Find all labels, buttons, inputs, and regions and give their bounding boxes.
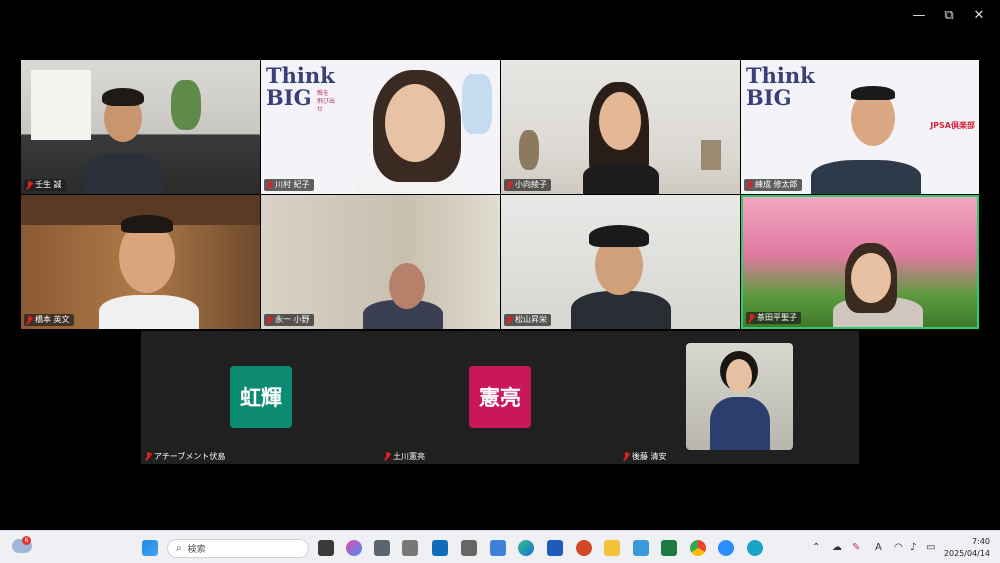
mic-muted-icon bbox=[145, 452, 152, 461]
person-head bbox=[385, 84, 445, 162]
person-body bbox=[811, 160, 921, 194]
participant-name-tag: 川村 紀子 bbox=[264, 179, 314, 191]
participant-name-tag: 茶田平聖子 bbox=[746, 312, 801, 324]
mic-muted-icon bbox=[266, 315, 273, 325]
mic-muted-icon bbox=[266, 180, 273, 190]
person-body bbox=[99, 295, 199, 329]
mic-muted-icon bbox=[623, 452, 630, 461]
app-icon[interactable] bbox=[633, 540, 649, 556]
person-head bbox=[726, 359, 752, 393]
person-hair bbox=[851, 86, 895, 100]
search-icon: ⌕ bbox=[176, 543, 182, 554]
person-body bbox=[583, 162, 659, 194]
tagline-text: 殻を 飛び出せ bbox=[317, 90, 336, 113]
banner-text: JPSA倶楽部 bbox=[930, 121, 975, 130]
chrome-icon[interactable] bbox=[690, 540, 706, 556]
word-icon[interactable] bbox=[547, 540, 563, 556]
notepad-icon[interactable] bbox=[490, 540, 506, 556]
mic-muted-icon bbox=[384, 452, 391, 461]
restore-button[interactable]: ⧉ bbox=[934, 4, 964, 26]
edge-icon[interactable] bbox=[518, 540, 534, 556]
clock-time: 7:40 bbox=[972, 537, 990, 546]
task-view-icon[interactable] bbox=[318, 540, 334, 556]
powerpoint-icon[interactable] bbox=[576, 540, 592, 556]
video-tile-5[interactable]: 橋本 英文 bbox=[21, 195, 260, 329]
big-text: BIG bbox=[746, 85, 792, 110]
participant-name-tag: 後藤 清安 bbox=[623, 451, 667, 462]
app-icon[interactable] bbox=[402, 540, 418, 556]
participant-name-tag: 永一 小野 bbox=[264, 314, 314, 326]
minimize-button[interactable]: — bbox=[904, 4, 934, 26]
search-box[interactable]: ⌕ 検索 bbox=[167, 539, 309, 558]
clock-date: 2025/04/14 bbox=[943, 549, 990, 558]
avatar[interactable]: 憲亮 bbox=[469, 366, 531, 428]
person-head bbox=[851, 253, 891, 303]
think-text: Think bbox=[746, 63, 815, 88]
search-placeholder: 検索 bbox=[187, 545, 206, 555]
video-tile-8-active-speaker[interactable]: 茶田平聖子 bbox=[741, 195, 979, 329]
person-head bbox=[599, 92, 641, 150]
participant-name-tag: 壬生 誠 bbox=[24, 179, 66, 191]
person-body bbox=[571, 291, 671, 329]
app-tray-icon[interactable]: ✎ bbox=[852, 542, 860, 553]
participant-name-tag: 橋本 英文 bbox=[24, 314, 74, 326]
mic-muted-icon bbox=[26, 180, 33, 190]
excel-icon[interactable] bbox=[661, 540, 677, 556]
participant-name-tag: 松山昇栄 bbox=[504, 314, 551, 326]
participant-name-tag: アチーブメント伏島 bbox=[145, 451, 225, 462]
person-hair bbox=[102, 88, 144, 106]
avatar[interactable]: 虹輝 bbox=[230, 366, 292, 428]
volume-icon[interactable]: ♪ bbox=[910, 542, 916, 553]
window-light bbox=[31, 70, 91, 140]
decor-item bbox=[701, 140, 721, 170]
wifi-icon[interactable]: ◠ bbox=[894, 542, 903, 553]
battery-icon[interactable]: ▭ bbox=[926, 542, 935, 553]
close-button[interactable]: ✕ bbox=[964, 4, 994, 26]
video-tile-7[interactable]: 松山昇栄 bbox=[501, 195, 740, 329]
video-tile-4[interactable]: Think BIG JPSA倶楽部 練成 修太郎 bbox=[741, 60, 979, 194]
map-graphic bbox=[462, 74, 492, 134]
profile-photo[interactable] bbox=[686, 343, 793, 450]
mic-muted-icon bbox=[26, 315, 33, 325]
mic-muted-icon bbox=[506, 315, 513, 325]
participant-name-tag: 練成 修太郎 bbox=[744, 179, 802, 191]
plant bbox=[171, 80, 201, 130]
ime-indicator[interactable]: A bbox=[875, 542, 882, 553]
zoom-icon[interactable] bbox=[718, 540, 734, 556]
mic-muted-icon bbox=[748, 313, 755, 323]
file-explorer-icon[interactable] bbox=[604, 540, 620, 556]
app-icon[interactable] bbox=[747, 540, 763, 556]
participant-name-tag: 小向綾子 bbox=[504, 179, 551, 191]
big-text: BIG bbox=[266, 85, 312, 110]
start-icon[interactable] bbox=[142, 540, 158, 556]
zoom-meeting-window: — ⧉ ✕ 壬生 誠 Think BIG 殻を 飛び出せ 川村 紀子 小向綾子 … bbox=[0, 0, 1000, 563]
weather-badge: 6 bbox=[22, 536, 31, 545]
windows-taskbar: 6 ⌕ 検索 ⌃ ☁ ✎ A ◠ ♪ ▭ 7:40 2025/04/14 bbox=[0, 530, 1000, 563]
outlook-icon[interactable] bbox=[432, 540, 448, 556]
onedrive-icon[interactable]: ☁ bbox=[832, 542, 842, 553]
bottom-participants-panel: 虹輝 アチーブメント伏島 憲亮 土川憲亮 後藤 清安 bbox=[141, 331, 859, 464]
participant-name-tag: 土川憲亮 bbox=[384, 451, 425, 462]
headset-icon bbox=[589, 225, 649, 247]
decor-vase bbox=[519, 130, 539, 170]
video-tile-2[interactable]: Think BIG 殻を 飛び出せ 川村 紀子 bbox=[261, 60, 500, 194]
mic-muted-icon bbox=[506, 180, 513, 190]
think-text: Think bbox=[266, 63, 335, 88]
video-tile-3[interactable]: 小向綾子 bbox=[501, 60, 740, 194]
video-tile-6[interactable]: 永一 小野 bbox=[261, 195, 500, 329]
mic-muted-icon bbox=[746, 180, 753, 190]
chevron-up-icon[interactable]: ⌃ bbox=[812, 542, 820, 553]
person-body bbox=[710, 397, 770, 450]
person-body bbox=[83, 154, 163, 194]
camera-icon[interactable] bbox=[374, 540, 390, 556]
video-tile-1[interactable]: 壬生 誠 bbox=[21, 60, 260, 194]
clock[interactable]: 7:40 2025/04/14 bbox=[944, 536, 990, 560]
copilot-icon[interactable] bbox=[346, 540, 362, 556]
window-controls: — ⧉ ✕ bbox=[904, 4, 994, 26]
person-head bbox=[389, 263, 425, 309]
app-icon[interactable] bbox=[461, 540, 477, 556]
person-hair bbox=[121, 215, 173, 233]
